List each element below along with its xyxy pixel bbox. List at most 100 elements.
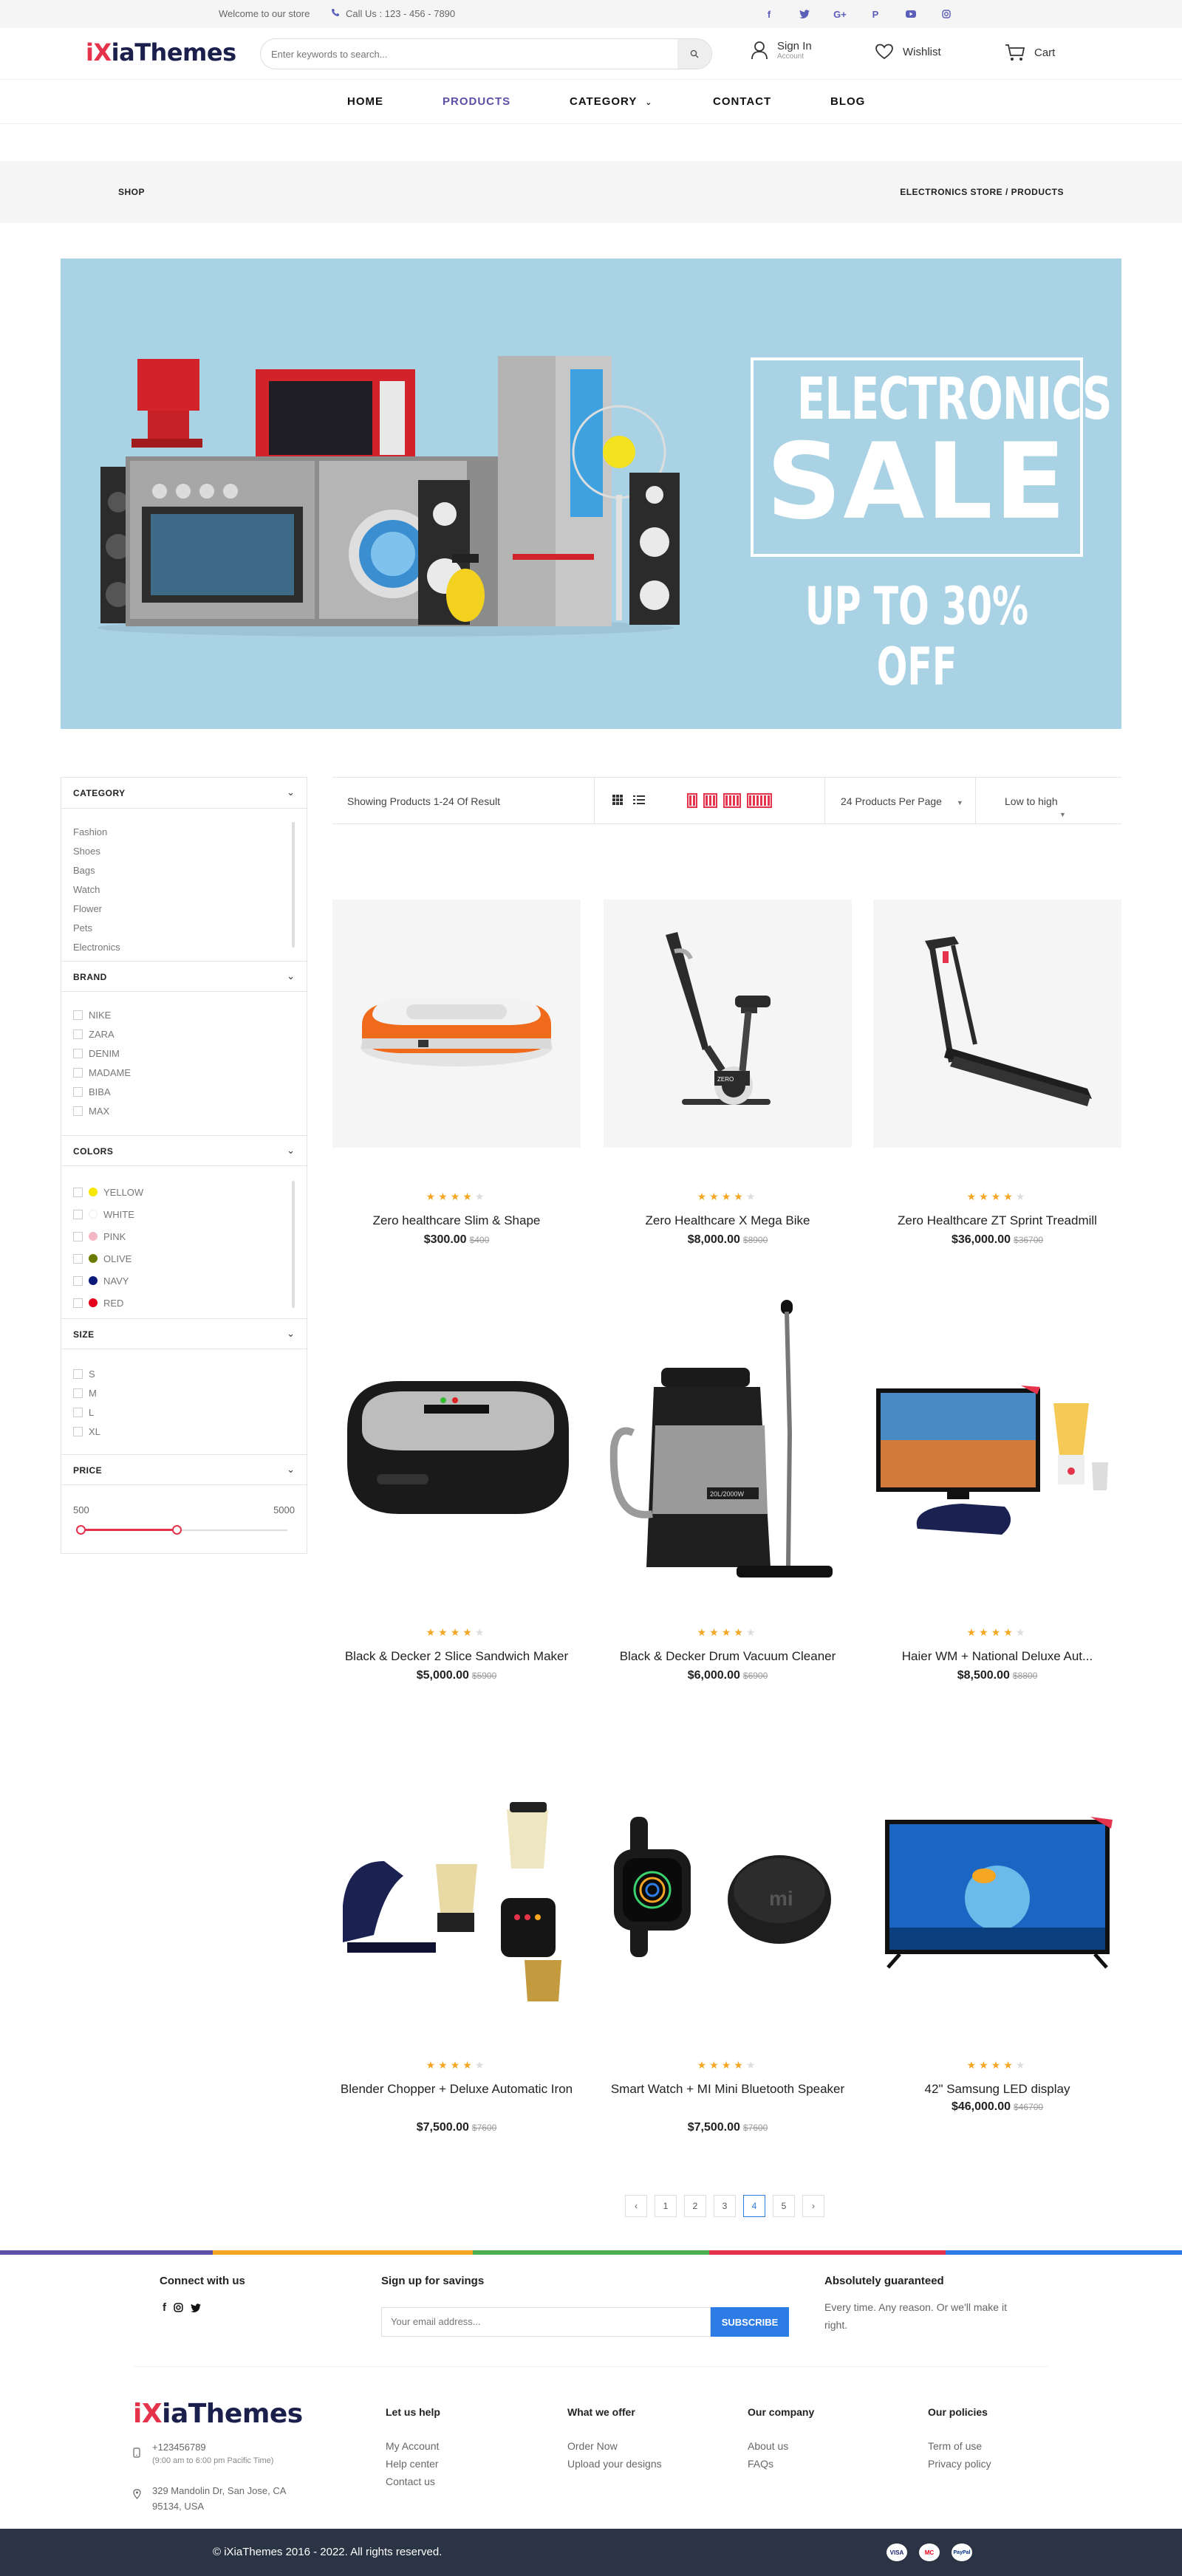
checkbox[interactable] — [73, 1426, 83, 1436]
two-column-button[interactable] — [687, 793, 697, 808]
list-item[interactable]: Watch — [73, 880, 120, 899]
product-image[interactable] — [873, 1787, 1121, 2035]
list-item[interactable]: YELLOW — [73, 1181, 143, 1203]
breadcrumb-shop[interactable]: SHOP — [118, 187, 145, 197]
price-slider-max-handle[interactable] — [172, 1525, 182, 1535]
product-image[interactable] — [332, 900, 581, 1148]
checkbox[interactable] — [73, 1067, 83, 1078]
prev-page-button[interactable]: ‹ — [625, 2195, 647, 2217]
nav-contact[interactable]: CONTACT — [713, 95, 771, 108]
product-image[interactable] — [873, 900, 1121, 1148]
footer-logo[interactable]: iXiaThemes — [133, 2399, 303, 2429]
three-column-button[interactable] — [703, 793, 717, 808]
size-filter-header[interactable]: SIZE ⌄ — [61, 1318, 307, 1349]
product-card[interactable]: 20L/2000W ★★★★★ Black & Decker Drum Vacu… — [604, 1300, 852, 1684]
checkbox[interactable] — [73, 1368, 83, 1379]
search-input[interactable] — [271, 47, 670, 61]
product-image[interactable] — [332, 1787, 581, 2035]
list-item[interactable]: Shoes — [73, 841, 120, 860]
product-card[interactable]: ★★★★★ Zero healthcare Slim & Shape $300.… — [332, 900, 581, 1254]
footer-link[interactable]: FAQs — [748, 2455, 788, 2473]
checkbox[interactable] — [73, 1231, 83, 1241]
list-item[interactable]: NAVY — [73, 1270, 143, 1292]
checkbox[interactable] — [73, 1029, 83, 1039]
price-filter-header[interactable]: PRICE ⌄ — [61, 1454, 307, 1485]
checkbox[interactable] — [73, 1187, 83, 1197]
product-card[interactable]: ★★★★★ Blender Chopper + Deluxe Automatic… — [332, 1787, 581, 2157]
facebook-icon[interactable]: f — [163, 2301, 166, 2314]
product-card[interactable]: ★★★★★ Zero Healthcare ZT Sprint Treadmil… — [873, 900, 1121, 1254]
page-button[interactable]: 3 — [714, 2195, 736, 2217]
footer-link[interactable]: Help center — [386, 2455, 439, 2473]
footer-link[interactable]: Term of use — [928, 2437, 991, 2455]
list-item[interactable]: NIKE — [73, 1005, 131, 1024]
product-name[interactable]: Zero Healthcare X Mega Bike — [604, 1211, 852, 1230]
twitter-icon[interactable] — [796, 6, 813, 22]
page-button[interactable]: 2 — [684, 2195, 706, 2217]
email-input[interactable] — [391, 2308, 701, 2334]
nav-blog[interactable]: BLOG — [830, 95, 865, 108]
footer-link[interactable]: Order Now — [567, 2437, 662, 2455]
list-item[interactable]: S — [73, 1364, 100, 1383]
checkbox[interactable] — [73, 1388, 83, 1398]
checkbox[interactable] — [73, 1407, 83, 1417]
product-image[interactable] — [332, 1300, 581, 1617]
list-item[interactable]: XL — [73, 1422, 100, 1441]
sale-banner[interactable]: ELECTRONICS SALE UP TO 30% OFF — [61, 258, 1121, 729]
checkbox[interactable] — [73, 1086, 83, 1097]
product-name[interactable]: Zero Healthcare ZT Sprint Treadmill — [873, 1211, 1121, 1230]
list-item[interactable]: RED — [73, 1292, 143, 1314]
price-slider-min-handle[interactable] — [76, 1525, 86, 1535]
footer-link[interactable]: Contact us — [386, 2473, 439, 2490]
product-name[interactable]: 42" Samsung LED display — [873, 2080, 1121, 2099]
colors-filter-header[interactable]: COLORS ⌄ — [61, 1135, 307, 1166]
product-name[interactable]: Black & Decker 2 Slice Sandwich Maker — [332, 1647, 581, 1666]
product-card[interactable]: ★★★★★ Black & Decker 2 Slice Sandwich Ma… — [332, 1300, 581, 1684]
twitter-icon[interactable] — [191, 2303, 201, 2312]
footer-link[interactable]: Upload your designs — [567, 2455, 662, 2473]
product-name[interactable]: Haier WM + National Deluxe Aut... — [873, 1647, 1121, 1666]
category-scrollbar[interactable] — [292, 822, 295, 948]
product-card[interactable]: mi ★★★★★ Smart Watch + MI Mini Bluetooth… — [604, 1787, 852, 2157]
nav-home[interactable]: HOME — [347, 95, 383, 108]
product-card[interactable]: ★★★★★ 42" Samsung LED display $46,000.00… — [873, 1787, 1121, 2157]
list-item[interactable]: MADAME — [73, 1063, 131, 1082]
page-button[interactable]: 1 — [655, 2195, 677, 2217]
google-plus-icon[interactable]: G+ — [832, 6, 848, 22]
page-button-active[interactable]: 4 — [743, 2195, 765, 2217]
nav-category[interactable]: CATEGORY ⌄ — [570, 95, 652, 108]
four-column-button[interactable] — [723, 793, 741, 808]
checkbox[interactable] — [73, 1298, 83, 1308]
product-name[interactable]: Blender Chopper + Deluxe Automatic Iron — [332, 2080, 581, 2099]
signin-link[interactable]: Sign In Account — [751, 40, 812, 61]
breadcrumb-path[interactable]: ELECTRONICS STORE / PRODUCTS — [900, 187, 1064, 197]
list-item[interactable]: BIBA — [73, 1082, 131, 1101]
checkbox[interactable] — [73, 1106, 83, 1116]
list-item[interactable]: M — [73, 1383, 100, 1402]
list-item[interactable]: L — [73, 1402, 100, 1422]
checkbox[interactable] — [73, 1209, 83, 1219]
cart-link[interactable]: Cart — [1005, 44, 1055, 61]
list-item[interactable]: WHITE — [73, 1203, 143, 1225]
footer-link[interactable]: About us — [748, 2437, 788, 2455]
list-item[interactable]: Pets — [73, 918, 120, 937]
nav-products[interactable]: PRODUCTS — [443, 95, 510, 108]
facebook-icon[interactable]: f — [761, 6, 777, 22]
list-item[interactable]: OLIVE — [73, 1247, 143, 1270]
footer-link[interactable]: Privacy policy — [928, 2455, 991, 2473]
product-name[interactable]: Smart Watch + MI Mini Bluetooth Speaker — [604, 2080, 852, 2099]
category-filter-header[interactable]: CATEGORY ⌄ — [61, 778, 307, 809]
list-item[interactable]: Electronics — [73, 937, 120, 953]
product-image[interactable]: 20L/2000W — [604, 1300, 852, 1617]
per-page-select[interactable]: 24 Products Per Page ▼ — [841, 795, 963, 807]
product-image[interactable]: ZERO — [604, 900, 852, 1148]
product-name[interactable]: Zero healthcare Slim & Shape — [332, 1211, 581, 1230]
pinterest-icon[interactable]: P — [867, 6, 884, 22]
checkbox[interactable] — [73, 1253, 83, 1264]
search-button[interactable] — [677, 39, 711, 69]
list-item[interactable]: MAX — [73, 1101, 131, 1120]
instagram-icon[interactable] — [174, 2303, 183, 2312]
instagram-icon[interactable] — [938, 6, 954, 22]
subscribe-button[interactable]: SUBSCRIBE — [711, 2307, 789, 2337]
list-item[interactable]: ZARA — [73, 1024, 131, 1044]
